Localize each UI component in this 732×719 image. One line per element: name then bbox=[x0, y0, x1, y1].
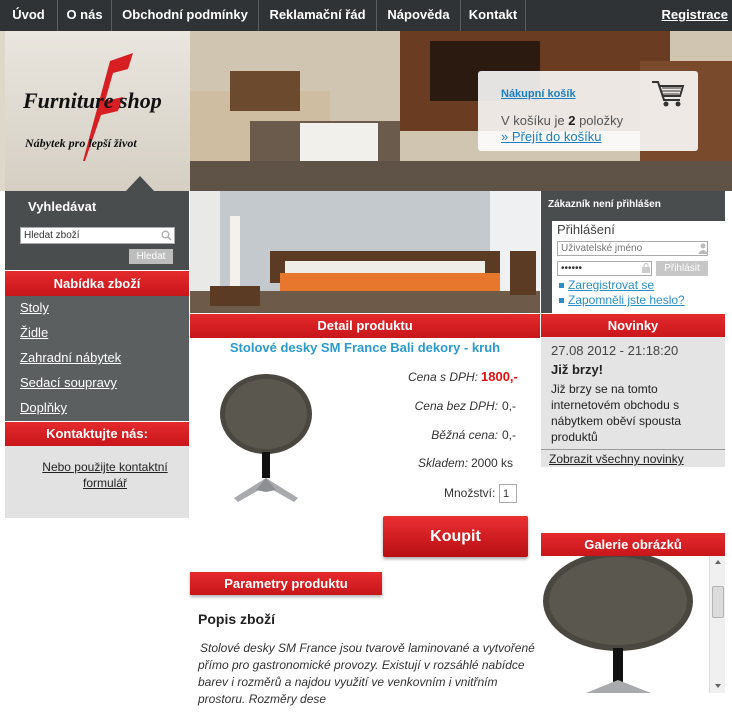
basket-text-suffix: položky bbox=[579, 113, 624, 128]
shopping-cart-icon[interactable] bbox=[650, 76, 686, 108]
contact-form-link[interactable]: Nebo použijte kontaktní formulář bbox=[25, 459, 185, 491]
gallery-scrollbar[interactable] bbox=[709, 556, 725, 693]
contact-header: Kontaktujte nás: bbox=[5, 422, 189, 446]
search-button[interactable]: Hledat bbox=[129, 249, 173, 264]
category-zidle[interactable]: Židle bbox=[5, 321, 189, 347]
scroll-up-icon[interactable] bbox=[715, 560, 721, 564]
gallery-header: Galerie obrázků bbox=[541, 533, 725, 556]
gallery-table-image[interactable] bbox=[541, 556, 711, 693]
nav-item-obchodni-podminky[interactable]: Obchodní podmínky bbox=[112, 0, 259, 31]
detail-header: Detail produktu bbox=[190, 314, 540, 338]
price-novat-label: Cena bez DPH: bbox=[414, 399, 498, 413]
description-text: Stolové desky SM France jsou tvarově lam… bbox=[198, 641, 535, 706]
category-label: Doplňky bbox=[20, 400, 67, 415]
search-box: Vyhledávat Hledat bbox=[5, 191, 189, 270]
product-title: Stolové desky SM France Bali dekory - kr… bbox=[229, 340, 501, 355]
nav-item-kontakt[interactable]: Kontakt bbox=[461, 0, 526, 31]
scroll-thumb[interactable] bbox=[712, 586, 724, 618]
bedroom-image bbox=[190, 191, 540, 313]
category-label: Stoly bbox=[20, 300, 49, 315]
username-input[interactable] bbox=[557, 241, 708, 256]
buy-button[interactable]: Koupit bbox=[383, 516, 528, 557]
bullet-icon bbox=[559, 298, 564, 304]
stock-value: 2000 ks bbox=[471, 456, 514, 470]
product-table-image bbox=[220, 374, 312, 502]
regular-price-label: Běžná cena: bbox=[431, 428, 498, 442]
basket-box: Nákupní košík V košíku je 2 položky » Př… bbox=[478, 71, 698, 151]
category-label: Židle bbox=[20, 325, 49, 340]
login-box: Zákazník není přihlášen Přihlášení Přihl… bbox=[541, 191, 725, 313]
nav-item-o-nas[interactable]: O nás bbox=[58, 0, 112, 31]
bullet-icon bbox=[559, 283, 564, 289]
top-navigation: Úvod O nás Obchodní podmínky Reklamační … bbox=[0, 0, 732, 32]
login-status: Zákazník není přihlášen bbox=[548, 199, 661, 210]
lock-icon bbox=[642, 263, 650, 273]
login-title: Přihlášení bbox=[557, 222, 615, 237]
basket-count: 2 bbox=[568, 113, 576, 128]
logo-brand: Furniture shop bbox=[23, 88, 162, 113]
price-vat: 1800,- bbox=[481, 369, 518, 384]
register-account-link[interactable]: Zaregistrovat se bbox=[568, 278, 654, 292]
category-stoly[interactable]: Stoly bbox=[5, 296, 189, 322]
news-text: Již brzy se na tomto internetovém obchod… bbox=[551, 382, 682, 444]
user-icon bbox=[698, 243, 708, 254]
forgot-password-link[interactable]: Zapomněli jste heslo? bbox=[568, 293, 685, 307]
search-input[interactable] bbox=[20, 227, 175, 244]
quantity-input[interactable] bbox=[499, 484, 517, 503]
gallery-panel bbox=[541, 556, 725, 693]
logo-slogan: Nábytek pro lepší život bbox=[25, 136, 137, 150]
nav-item-reklamacni-rad[interactable]: Reklamační řád bbox=[259, 0, 377, 31]
nav-item-uvod[interactable]: Úvod bbox=[0, 0, 58, 31]
news-box: 27.08 2012 - 21:18:20 Již brzy! Již brzy… bbox=[541, 337, 725, 467]
categories-header: Nabídka zboží bbox=[5, 271, 189, 296]
forgot-link-row: Zapomněli jste heslo? bbox=[559, 293, 685, 307]
news-date: 27.08 2012 - 21:18:20 bbox=[551, 343, 679, 358]
news-title: Již brzy! bbox=[551, 362, 604, 377]
stock-label: Skladem: bbox=[417, 456, 468, 470]
logo-area[interactable]: Furniture shop Nábytek pro lepší život bbox=[5, 31, 190, 191]
basket-text-prefix: V košíku je bbox=[501, 113, 565, 128]
category-zahradni-nabytek[interactable]: Zahradní nábytek bbox=[5, 346, 189, 372]
search-icon bbox=[161, 230, 172, 241]
regular-price: 0,- bbox=[502, 428, 517, 442]
login-form: Přihlášení Přihlásit Zaregistrovat se Za… bbox=[552, 221, 725, 313]
scroll-down-icon[interactable] bbox=[715, 684, 721, 688]
category-label: Zahradní nábytek bbox=[20, 350, 122, 365]
go-to-basket-link[interactable]: » Přejít do košíku bbox=[501, 129, 601, 144]
news-header: Novinky bbox=[541, 314, 725, 338]
category-label: Sedací soupravy bbox=[20, 375, 117, 390]
register-link[interactable]: Registrace bbox=[662, 0, 728, 31]
register-link-row: Zaregistrovat se bbox=[559, 278, 654, 292]
search-title: Vyhledávat bbox=[28, 199, 97, 214]
quantity-label: Množství: bbox=[444, 486, 496, 500]
password-input[interactable] bbox=[557, 261, 652, 276]
category-doplnky[interactable]: Doplňky bbox=[5, 396, 189, 422]
description-title: Popis zboží bbox=[198, 611, 275, 627]
params-header: Parametry produktu bbox=[190, 572, 382, 595]
basket-status: V košíku je 2 položky bbox=[501, 113, 623, 128]
price-novat: 0,- bbox=[502, 399, 517, 413]
contact-box: Nebo použijte kontaktní formulář bbox=[5, 446, 189, 518]
login-button[interactable]: Přihlásit bbox=[656, 261, 708, 276]
basket-title-link[interactable]: Nákupní košík bbox=[501, 88, 576, 100]
nav-item-napoveda[interactable]: Nápověda bbox=[377, 0, 461, 31]
price-vat-label: Cena s DPH: bbox=[407, 370, 478, 384]
category-sedaci-soupravy[interactable]: Sedací soupravy bbox=[5, 371, 189, 397]
all-news-link[interactable]: Zobrazit všechny novinky bbox=[549, 452, 684, 466]
logo-pointer-arrow bbox=[125, 176, 155, 192]
bedroom-banner-image bbox=[190, 191, 540, 313]
